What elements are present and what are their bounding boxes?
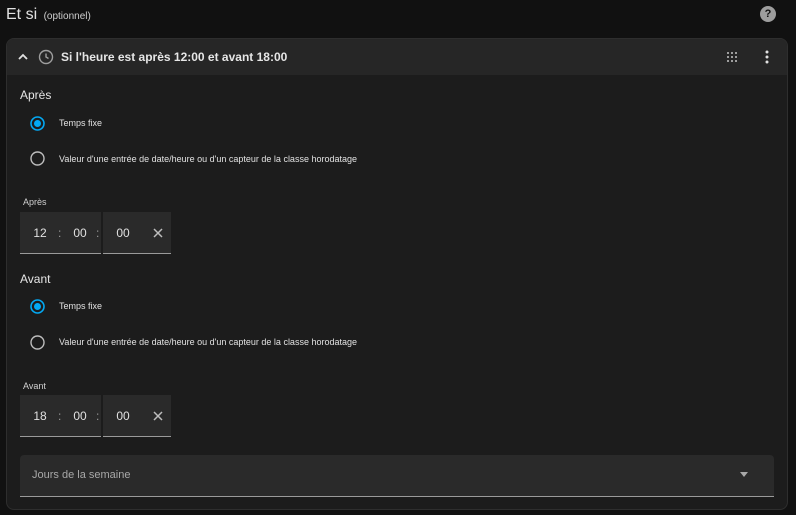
after-seconds-field[interactable]: 00 (103, 212, 171, 254)
radio-label-after-fixed: Temps fixe (59, 118, 103, 128)
clear-icon[interactable] (152, 410, 164, 422)
condition-title: Si l'heure est après 12:00 et avant 18:0… (61, 50, 288, 64)
before-time-caption: Avant (23, 381, 46, 391)
time-separator: : (58, 226, 62, 240)
title-text: Et si (6, 6, 38, 23)
before-hours-minutes-field[interactable]: 18 : 00 (20, 395, 101, 437)
before-section-label: Avant (20, 272, 51, 286)
condition-header[interactable]: Si l'heure est après 12:00 et avant 18:0… (7, 39, 787, 75)
clear-icon[interactable] (152, 227, 164, 239)
before-hours[interactable]: 18 (28, 409, 52, 423)
radio-label-before-fixed: Temps fixe (59, 301, 103, 311)
after-section-label: Après (20, 88, 52, 102)
radio-label-after-entity: Valeur d'une entrée de date/heure ou d'u… (59, 154, 357, 164)
weekdays-placeholder: Jours de la semaine (32, 469, 131, 481)
chevron-down-icon[interactable] (740, 472, 748, 477)
condition-card: Si l'heure est après 12:00 et avant 18:0… (6, 38, 788, 510)
drag-handle-icon[interactable] (726, 51, 738, 63)
radio-before-fixed[interactable] (30, 299, 45, 314)
header: Et si (optionnel) ? (0, 0, 796, 32)
help-icon[interactable]: ? (760, 6, 776, 22)
after-time-input: 12 : 00 : 00 (20, 212, 171, 254)
chevron-up-icon[interactable] (15, 49, 31, 65)
weekdays-select[interactable]: Jours de la semaine (20, 455, 774, 497)
time-separator: : (58, 409, 62, 423)
after-minutes[interactable]: 00 (68, 226, 92, 240)
before-minutes[interactable]: 00 (68, 409, 92, 423)
after-time-caption: Après (23, 197, 47, 207)
radio-before-entity[interactable] (30, 335, 45, 350)
radio-after-entity[interactable] (30, 151, 45, 166)
after-hours[interactable]: 12 (28, 226, 52, 240)
more-vertical-icon[interactable] (759, 49, 775, 65)
after-hours-minutes-field[interactable]: 12 : 00 (20, 212, 101, 254)
before-time-input: 18 : 00 : 00 (20, 395, 171, 437)
optional-label: (optionnel) (43, 11, 91, 22)
time-separator: : (96, 226, 100, 240)
after-seconds[interactable]: 00 (111, 226, 135, 240)
time-separator: : (96, 409, 100, 423)
before-seconds[interactable]: 00 (111, 409, 135, 423)
before-seconds-field[interactable]: 00 (103, 395, 171, 437)
page-title: Et si (optionnel) (6, 6, 91, 24)
clock-icon (38, 49, 54, 65)
radio-label-before-entity: Valeur d'une entrée de date/heure ou d'u… (59, 337, 357, 347)
radio-after-fixed[interactable] (30, 116, 45, 131)
